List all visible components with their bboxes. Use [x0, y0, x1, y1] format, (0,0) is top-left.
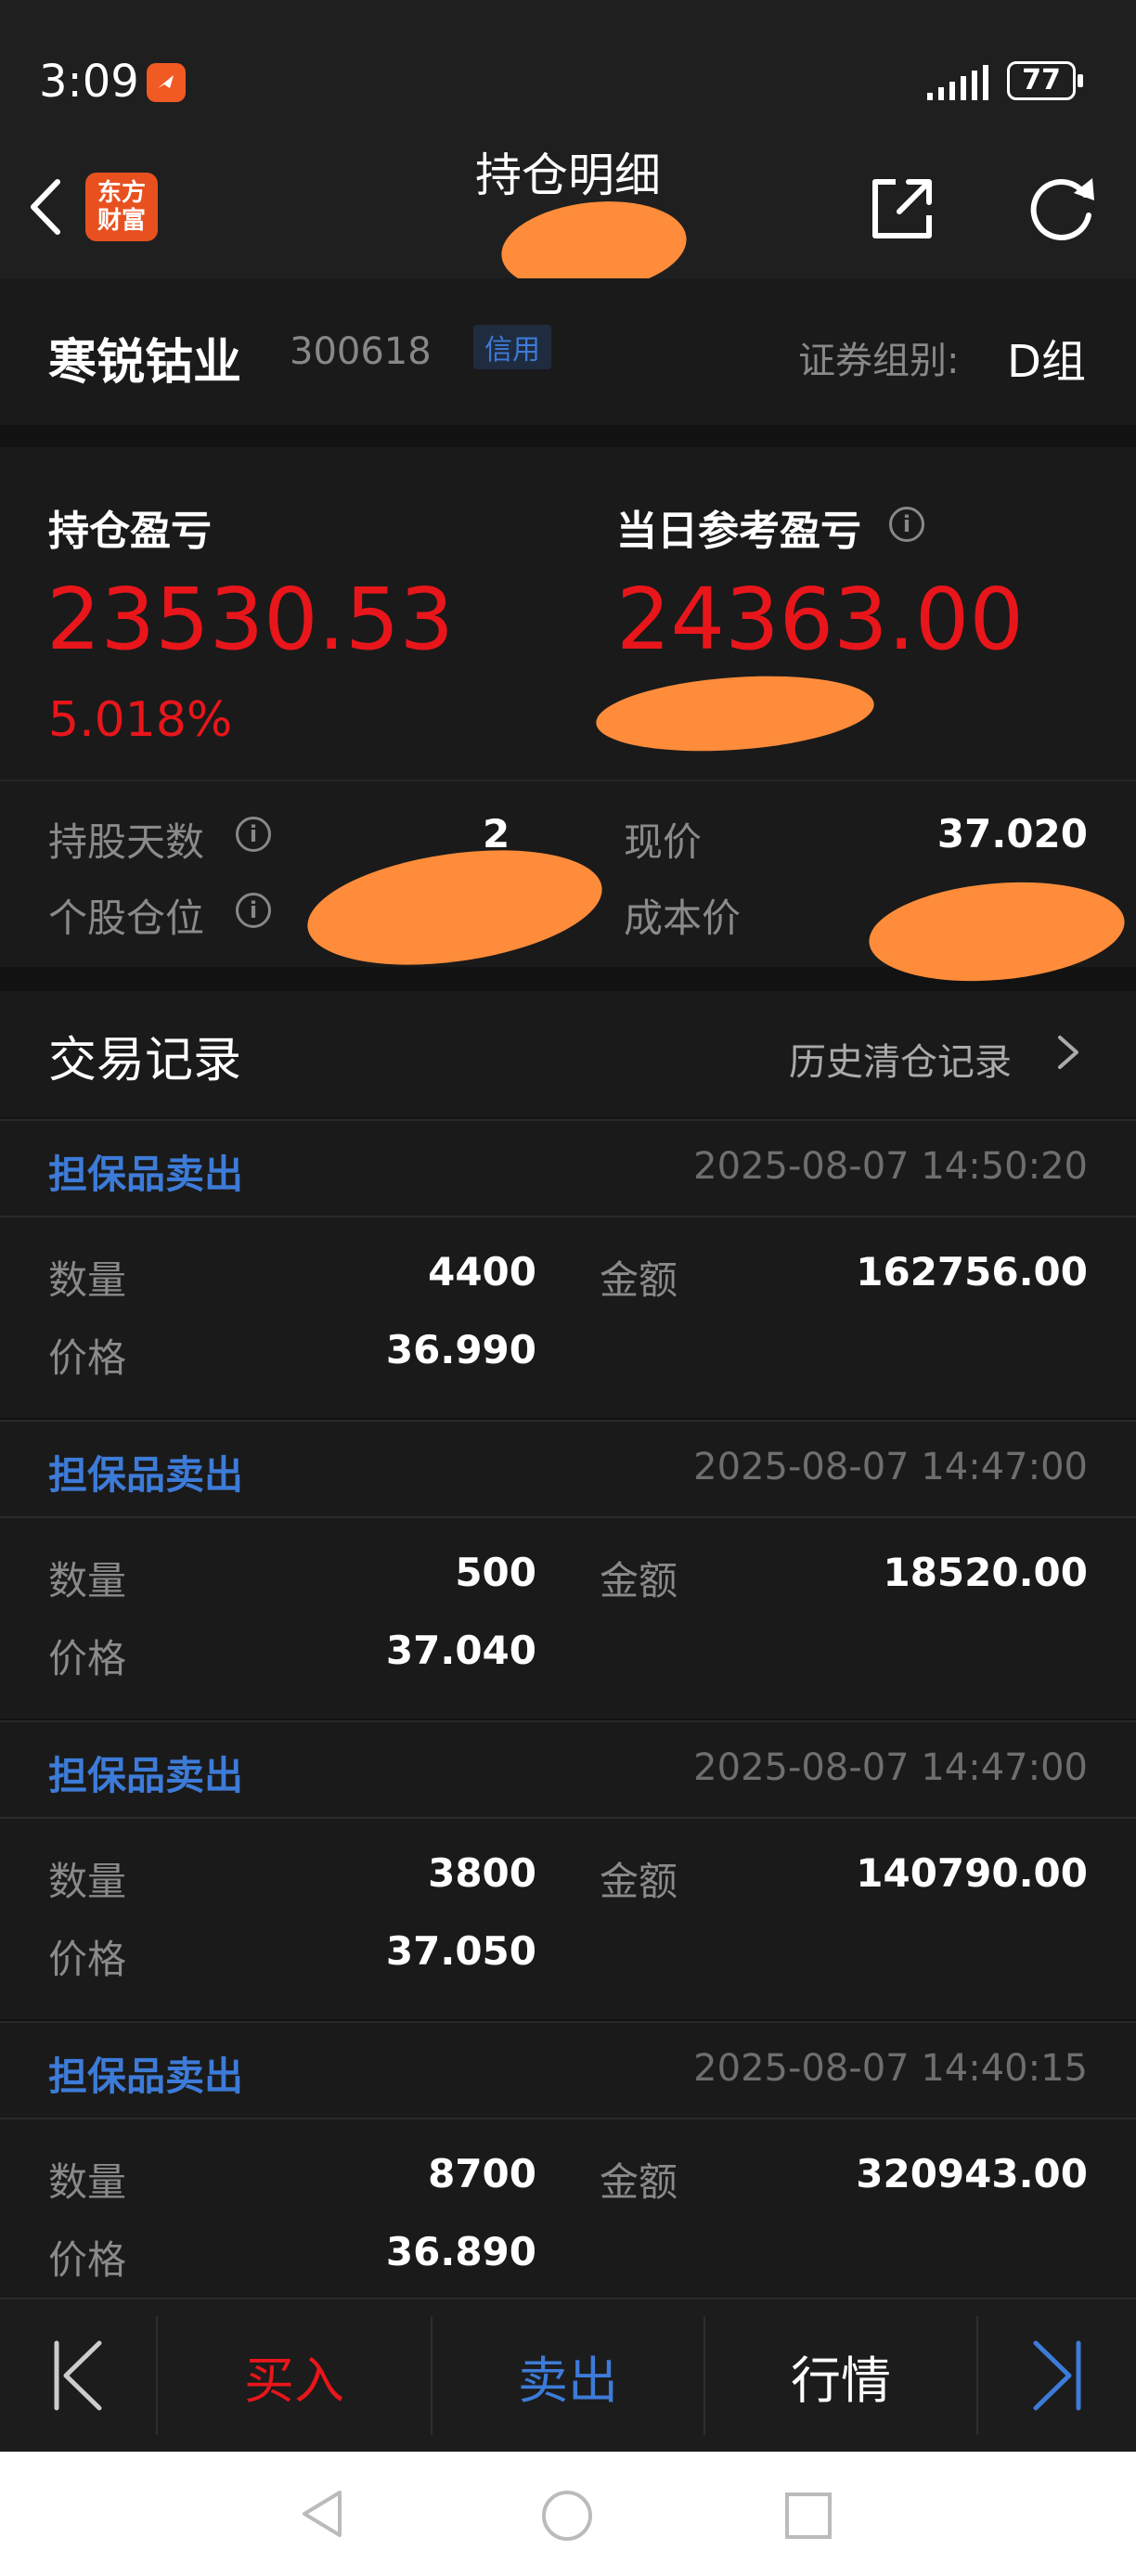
- divider: [0, 779, 1136, 781]
- battery-level: 77: [1007, 61, 1076, 100]
- nav-back-icon[interactable]: [299, 2487, 347, 2541]
- position-pl-percent: 5.018%: [48, 692, 233, 748]
- nav-recents-icon[interactable]: [783, 2491, 833, 2541]
- transaction-item-header: 担保品卖出 2025-08-07 14:50:20: [0, 1119, 1136, 1217]
- quote-button[interactable]: 行情: [705, 2299, 976, 2452]
- transaction-type: 担保品卖出: [48, 1152, 244, 1197]
- transaction-item-header: 担保品卖出 2025-08-07 14:47:00: [0, 1720, 1136, 1819]
- info-icon[interactable]: i: [236, 893, 271, 928]
- stock-code: 300618: [290, 330, 432, 373]
- transactions-title: 交易记录: [48, 1033, 242, 1088]
- history-clear-link[interactable]: 历史清仓记录: [789, 1032, 1012, 1086]
- quantity-label: 数量: [48, 2159, 127, 2205]
- amount-value: 162756.00: [856, 1249, 1088, 1294]
- transaction-item[interactable]: 担保品卖出 2025-08-07 14:47:00 数量 3800 金额 140…: [0, 1720, 1136, 2019]
- quantity-value: 8700: [428, 2151, 536, 2196]
- group-value: D组: [1007, 336, 1086, 388]
- transaction-time: 2025-08-07 14:50:20: [693, 1145, 1088, 1188]
- quantity-label: 数量: [48, 1257, 127, 1303]
- quantity-label: 数量: [48, 1859, 127, 1904]
- amount-label: 金额: [600, 1257, 678, 1303]
- price-label: 价格: [48, 2237, 127, 2283]
- transaction-item[interactable]: 担保品卖出 2025-08-07 14:50:20 数量 4400 金额 162…: [0, 1119, 1136, 1418]
- quantity-label: 数量: [48, 1558, 127, 1604]
- transaction-time: 2025-08-07 14:47:00: [693, 1446, 1088, 1488]
- last-page-button[interactable]: [978, 2299, 1136, 2452]
- bottom-toolbar: 买入 卖出 行情: [0, 2298, 1136, 2452]
- amount-label: 金额: [600, 1859, 678, 1904]
- logo-line2: 财富: [97, 207, 146, 235]
- daily-pl-label: 当日参考盈亏: [616, 508, 861, 555]
- transaction-item-header: 担保品卖出 2025-08-07 14:47:00: [0, 1420, 1136, 1518]
- current-price-label: 现价: [624, 819, 703, 865]
- page-title: 持仓明细: [475, 148, 661, 202]
- transaction-type: 担保品卖出: [48, 1452, 244, 1498]
- logo-line1: 东方: [97, 179, 146, 207]
- amount-value: 320943.00: [856, 2151, 1088, 2196]
- refresh-icon[interactable]: [1026, 173, 1100, 243]
- transaction-type: 担保品卖出: [48, 1753, 244, 1798]
- battery-icon: 77: [1007, 61, 1087, 104]
- price-label: 价格: [48, 1335, 127, 1381]
- current-price-value: 37.020: [936, 811, 1088, 857]
- stock-name: 寒锐钴业: [48, 335, 242, 391]
- group-label: 证券组别:: [798, 340, 960, 382]
- transaction-item-header: 担保品卖出 2025-08-07 14:40:15: [0, 2021, 1136, 2119]
- position-ratio-label: 个股仓位: [48, 895, 205, 941]
- amount-value: 140790.00: [856, 1850, 1088, 1896]
- battery-tip: [1078, 74, 1083, 87]
- position-pl-value: 23530.53: [46, 570, 454, 669]
- skip-last-icon: [1033, 2340, 1081, 2411]
- credit-tag: 信用: [473, 325, 551, 369]
- skip-first-icon: [54, 2340, 102, 2411]
- price-value: 36.990: [385, 1327, 536, 1372]
- quantity-value: 4400: [428, 1249, 536, 1294]
- eastmoney-logo[interactable]: 东方 财富: [85, 173, 158, 241]
- transaction-type: 担保品卖出: [48, 2054, 244, 2099]
- price-value: 37.050: [385, 1928, 536, 1974]
- system-nav-bar: [0, 2452, 1136, 2576]
- info-icon[interactable]: i: [236, 817, 271, 852]
- price-value: 36.890: [385, 2229, 536, 2274]
- share-icon[interactable]: [868, 173, 938, 243]
- transaction-time: 2025-08-07 14:40:15: [693, 2047, 1088, 2090]
- notification-app-icon: [147, 63, 186, 102]
- info-icon[interactable]: i: [889, 507, 924, 542]
- holding-days-label: 持股天数: [48, 819, 205, 865]
- amount-label: 金额: [600, 2159, 678, 2205]
- transaction-item[interactable]: 担保品卖出 2025-08-07 14:47:00 数量 500 金额 1852…: [0, 1420, 1136, 1719]
- buy-button[interactable]: 买入: [158, 2299, 431, 2452]
- quantity-value: 3800: [428, 1850, 536, 1896]
- nav-home-icon[interactable]: [540, 2489, 594, 2543]
- signal-icon: [927, 65, 988, 100]
- chevron-right-icon[interactable]: [1054, 1032, 1082, 1073]
- transaction-item[interactable]: 担保品卖出 2025-08-07 14:40:15 数量 8700 金额 320…: [0, 2021, 1136, 2320]
- daily-pl-value: 24363.00: [616, 570, 1024, 669]
- price-label: 价格: [48, 1937, 127, 1982]
- cost-price-label: 成本价: [624, 895, 742, 941]
- status-time: 3:09: [39, 56, 139, 108]
- back-arrow-icon[interactable]: [26, 174, 67, 239]
- transaction-time: 2025-08-07 14:47:00: [693, 1746, 1088, 1789]
- first-page-button[interactable]: [0, 2299, 156, 2452]
- price-value: 37.040: [385, 1628, 536, 1673]
- amount-value: 18520.00: [883, 1550, 1088, 1595]
- amount-label: 金额: [600, 1558, 678, 1604]
- sell-button[interactable]: 卖出: [432, 2299, 704, 2452]
- price-label: 价格: [48, 1636, 127, 1681]
- position-pl-label: 持仓盈亏: [48, 508, 212, 555]
- quantity-value: 500: [455, 1550, 536, 1595]
